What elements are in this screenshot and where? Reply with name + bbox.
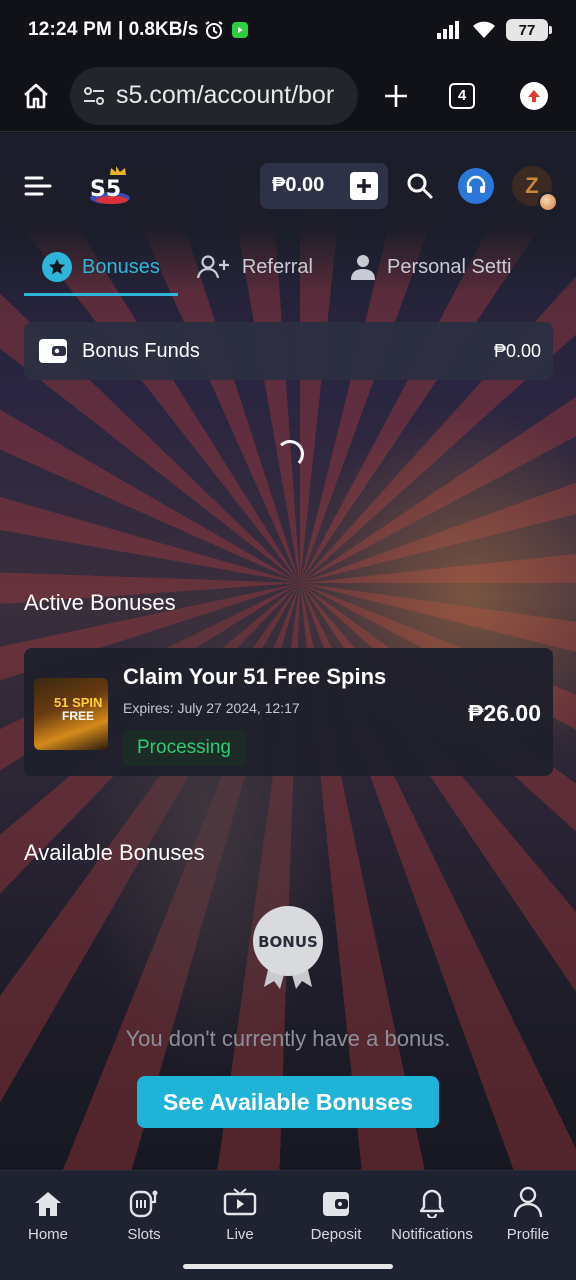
nav-home[interactable]: Home [0,1171,96,1259]
status-bar: 12:24 PM | 0.8KB/s 77 [0,0,576,60]
tab-switcher-button[interactable]: 4 [440,74,484,118]
browser-home-button[interactable] [14,74,58,118]
nav-label: Live [226,1226,254,1243]
account-tabs: Bonuses Referral Personal Setti [0,238,576,296]
bonus-expiry: Expires: July 27 2024, 12:17 [123,700,300,716]
plus-icon [357,178,371,193]
tab-label: Personal Setti [386,255,512,278]
nav-label: Slots [127,1226,161,1243]
home-icon [24,83,48,108]
new-tab-button[interactable] [374,74,418,118]
bonus-thumbnail: 51 SPIN FREE [34,678,108,750]
nav-label: Deposit [310,1226,362,1243]
home-icon [35,1192,61,1216]
tv-icon [223,1188,257,1216]
status-badge: Processing [123,730,245,766]
loading-spinner [276,440,304,468]
slot-machine-icon [129,1190,158,1218]
wallet-icon [39,339,67,363]
add-user-icon [196,255,229,279]
empty-state-message: You don't currently have a bonus. [125,1026,451,1051]
menu-icon [24,176,52,195]
update-icon [520,81,548,110]
tab-referral[interactable]: Referral [178,238,331,296]
alarm-icon [205,21,223,39]
nav-slots[interactable]: Slots [96,1171,192,1259]
balance-widget[interactable]: ₱0.00 [260,162,388,209]
support-icon [458,167,494,204]
tab-bonuses[interactable]: Bonuses [24,238,178,296]
nav-profile[interactable]: Profile [480,1171,576,1259]
bonus-amount: ₱26.00 [468,700,541,726]
avatar-initial: Z [525,172,539,198]
background-art [20,463,400,1183]
bonus-funds-label: Bonus Funds [82,339,200,362]
person-icon [350,255,375,280]
tab-label: Bonuses [82,255,160,278]
svg-text:S5: S5 [90,177,121,202]
support-button[interactable] [458,167,494,204]
active-bonus-card[interactable]: 51 SPIN FREE Claim Your 51 Free Spins Ex… [24,648,553,776]
address-bar[interactable]: s5.com/account/bor [70,66,358,125]
status-time: 12:24 PM [28,19,112,40]
signal-icon [437,21,459,39]
profile-icon [513,1186,543,1218]
gesture-home-bar[interactable] [183,1264,393,1269]
browser-update-button[interactable] [512,74,556,118]
nav-notifications[interactable]: Notifications [384,1171,480,1259]
logo-icon: S5 [90,165,130,204]
see-available-bonuses-button[interactable]: See Available Bonuses [137,1076,439,1128]
site-logo[interactable]: S5 [88,162,136,210]
nav-deposit[interactable]: Deposit [288,1171,384,1259]
site-header: S5 ₱0.00 Z [0,133,576,238]
battery-indicator: 77 [506,19,552,41]
bonus-funds-bar: Bonus Funds ₱0.00 [24,322,553,380]
bonus-title: Claim Your 51 Free Spins [123,664,387,689]
star-icon [42,252,72,282]
wallet-icon [323,1192,349,1216]
balance-amount: ₱0.00 [272,174,325,196]
nav-live[interactable]: Live [192,1171,288,1259]
thumbnail-text: 51 SPIN [54,695,103,710]
badge-text: BONUS [258,933,318,951]
tabs-icon: 4 [449,82,475,109]
tab-personal-settings[interactable]: Personal Setti [331,238,530,296]
active-bonuses-heading: Active Bonuses [24,590,176,615]
search-icon [407,173,433,198]
search-button[interactable] [402,168,438,204]
site-settings-icon [84,86,104,105]
avatar[interactable]: Z [512,165,558,212]
nav-label: Home [27,1226,68,1243]
avatar-badge [538,191,558,212]
wifi-icon [473,21,495,38]
bell-icon [419,1189,445,1218]
network-speed: | 0.8KB/s [117,19,199,40]
bonus-funds-value: ₱0.00 [493,340,541,361]
thumbnail-text: FREE [62,709,95,723]
url-text: s5.com/account/bor [116,81,335,109]
nav-label: Notifications [391,1226,473,1243]
nav-label: Profile [506,1226,550,1243]
bonus-badge-icon: BONUS [252,905,324,995]
messenger-icon [232,22,249,38]
browser-toolbar: s5.com/account/bor 4 [0,60,576,132]
new-tab-icon [385,84,407,107]
add-funds-button[interactable] [350,171,378,200]
available-bonuses-heading: Available Bonuses [24,840,205,865]
menu-button[interactable] [24,171,54,201]
tab-label: Referral [241,255,313,278]
